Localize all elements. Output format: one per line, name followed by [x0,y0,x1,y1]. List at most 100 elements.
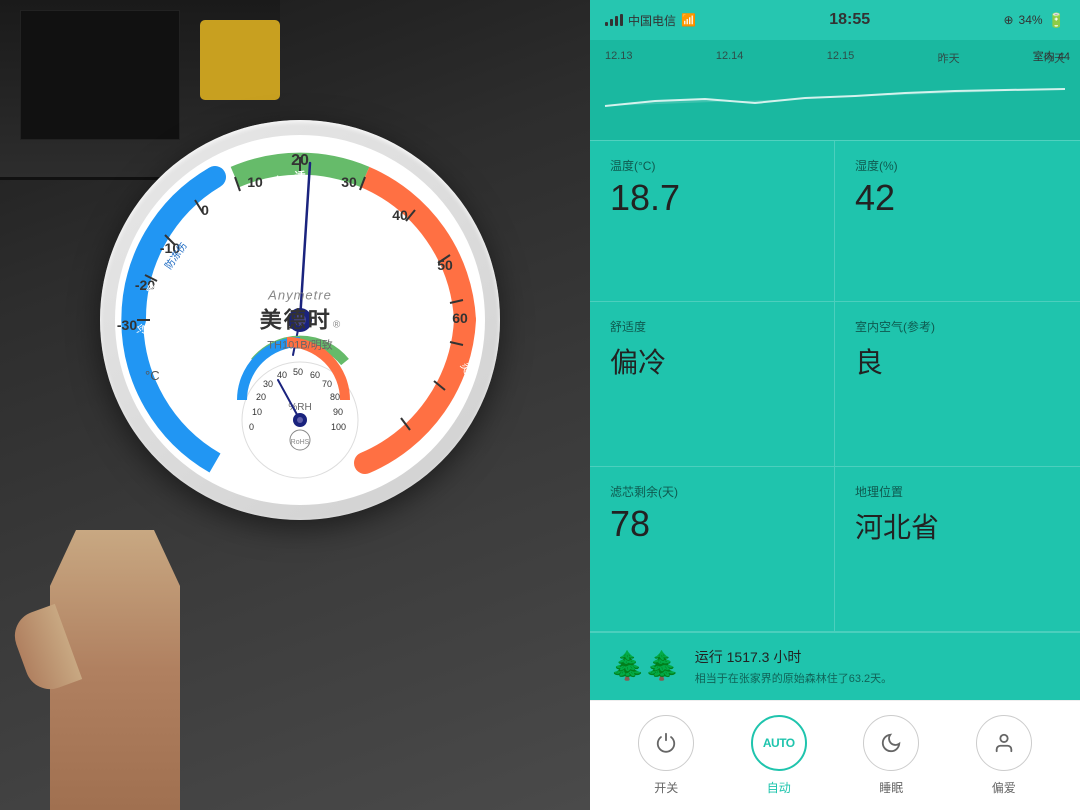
status-time: 18:55 [829,11,870,29]
hum-label: 湿度(%) [855,157,1060,174]
temp-label: 温度(°C) [610,157,814,174]
svg-text:60: 60 [310,370,320,380]
status-left: 中国电信 📶 [605,12,696,29]
location-label: 地理位置 [855,483,1060,500]
thermometer-photo-panel: -30 -20 -10 0 10 20 30 40 50 60 °C 舒 适 [0,0,590,810]
status-right: ⊕ 34% 🔋 [1003,12,1065,29]
sleep-icon [880,732,902,754]
svg-text:适: 适 [295,169,306,183]
running-equiv: 相当于在张家界的原始森林住了63.2天。 [695,670,892,686]
comfort-label: 舒适度 [610,318,814,335]
power-label: 开关 [654,779,678,796]
location-icon: ⊕ [1003,13,1013,27]
svg-text:10: 10 [247,174,263,190]
chart-date-2: 12.14 [716,50,744,66]
svg-text:30: 30 [341,174,357,190]
favorite-circle[interactable] [976,715,1032,771]
chart-date-4: 昨天 [938,50,960,66]
svg-text:40: 40 [277,370,287,380]
svg-text:80: 80 [330,392,340,402]
svg-text:0: 0 [249,422,254,432]
running-info: 运行 1517.3 小时 相当于在张家界的原始森林住了63.2天。 [695,647,892,686]
favorite-icon [993,732,1015,754]
battery-pct: 34% [1019,13,1043,27]
metric-humidity: 湿度(%) 42 [835,141,1080,302]
signal-bar-2 [610,19,613,26]
svg-text:RoHS: RoHS [291,439,310,446]
temperature-chart-area: 室内 44 12.13 12.14 12.15 昨天 今天 [590,40,1080,140]
chart-svg [600,71,1070,131]
signal-bar-4 [620,14,623,26]
auto-label: 自动 [767,779,791,796]
app-panel: 中国电信 📶 18:55 ⊕ 34% 🔋 室内 44 12.13 12.14 1… [590,0,1080,810]
location-value: 河北省 [855,506,1060,546]
favorite-button[interactable]: 偏爱 [976,715,1032,796]
svg-text:°C: °C [145,368,160,383]
hand-holding [20,510,220,810]
auto-circle[interactable]: AUTO [751,715,807,771]
gauge-model: TH101B/明致 [260,337,340,353]
sleep-label: 睡眠 [879,779,903,796]
svg-text:10: 10 [252,407,262,417]
brand-name-cn: 美德时 [260,303,332,335]
brand-name-en: Anymetre [260,288,340,303]
signal-bar-3 [615,16,618,26]
metric-location: 地理位置 河北省 [835,467,1080,632]
svg-text:30: 30 [263,379,273,389]
svg-text:-30: -30 [117,317,137,333]
svg-text:40: 40 [392,207,408,223]
metrics-grid: 温度(°C) 18.7 湿度(%) 42 舒适度 偏冷 室内空气(参考) 良 滤… [590,140,1080,632]
filter-label: 滤芯剩余(天) [610,483,814,500]
svg-text:舒: 舒 [275,174,286,188]
svg-text:20: 20 [256,392,266,402]
svg-text:冷: 冷 [135,322,150,335]
svg-text:100: 100 [331,422,346,432]
sleep-circle[interactable] [863,715,919,771]
wifi-icon: 📶 [681,13,696,27]
running-hours: 运行 1517.3 小时 [695,647,892,667]
status-bar: 中国电信 📶 18:55 ⊕ 34% 🔋 [590,0,1080,40]
comfort-value: 偏冷 [610,341,814,381]
metric-filter: 滤芯剩余(天) 78 [590,467,835,632]
chart-date-1: 12.13 [605,50,633,66]
svg-text:20: 20 [291,152,309,169]
auto-icon-text: AUTO [763,736,795,750]
svg-text:60: 60 [452,310,468,326]
running-section: 🌲🌲 运行 1517.3 小时 相当于在张家界的原始森林住了63.2天。 [590,632,1080,700]
air-label: 室内空气(参考) [855,318,1060,335]
gauge-inner-face: -30 -20 -10 0 10 20 30 40 50 60 °C 舒 适 [115,135,485,505]
metric-comfort: 舒适度 偏冷 [590,302,835,467]
air-value: 良 [855,341,1060,381]
filter-value: 78 [610,506,814,542]
svg-text:热: 热 [462,398,477,411]
svg-text:90: 90 [333,407,343,417]
controls-bar: 开关 AUTO 自动 睡眠 偏爱 [590,700,1080,810]
power-button[interactable]: 开关 [638,715,694,796]
favorite-label: 偏爱 [992,779,1016,796]
signal-bars [605,14,623,26]
chart-dates: 12.13 12.14 12.15 昨天 今天 [600,50,1070,66]
auto-button[interactable]: AUTO 自动 [751,715,807,796]
gauge-outer-ring: -30 -20 -10 0 10 20 30 40 50 60 °C 舒 适 [100,120,500,520]
svg-text:50: 50 [437,257,453,273]
svg-text:50: 50 [293,367,303,377]
metric-temperature: 温度(°C) 18.7 [590,141,835,302]
carrier-name: 中国电信 [628,12,676,29]
hum-value: 42 [855,180,1060,216]
sleep-button[interactable]: 睡眠 [863,715,919,796]
thermometer-gauge: -30 -20 -10 0 10 20 30 40 50 60 °C 舒 适 [100,120,500,520]
gauge-brand-info: Anymetre 美德时 ® TH101B/明致 [260,288,340,353]
svg-text:0: 0 [201,202,209,218]
metric-air-quality: 室内空气(参考) 良 [835,302,1080,467]
power-icon [655,732,677,754]
brand-reg-symbol: ® [333,320,340,331]
chart-date-3: 12.15 [827,50,855,66]
temp-value: 18.7 [610,180,814,216]
tree-icon: 🌲🌲 [610,649,680,682]
svg-text:70: 70 [322,379,332,389]
battery-icon: 🔋 [1048,12,1065,29]
signal-bar-1 [605,22,608,26]
yellow-object-background [200,20,280,100]
power-circle[interactable] [638,715,694,771]
chart-date-5: 今天 [1043,50,1065,66]
